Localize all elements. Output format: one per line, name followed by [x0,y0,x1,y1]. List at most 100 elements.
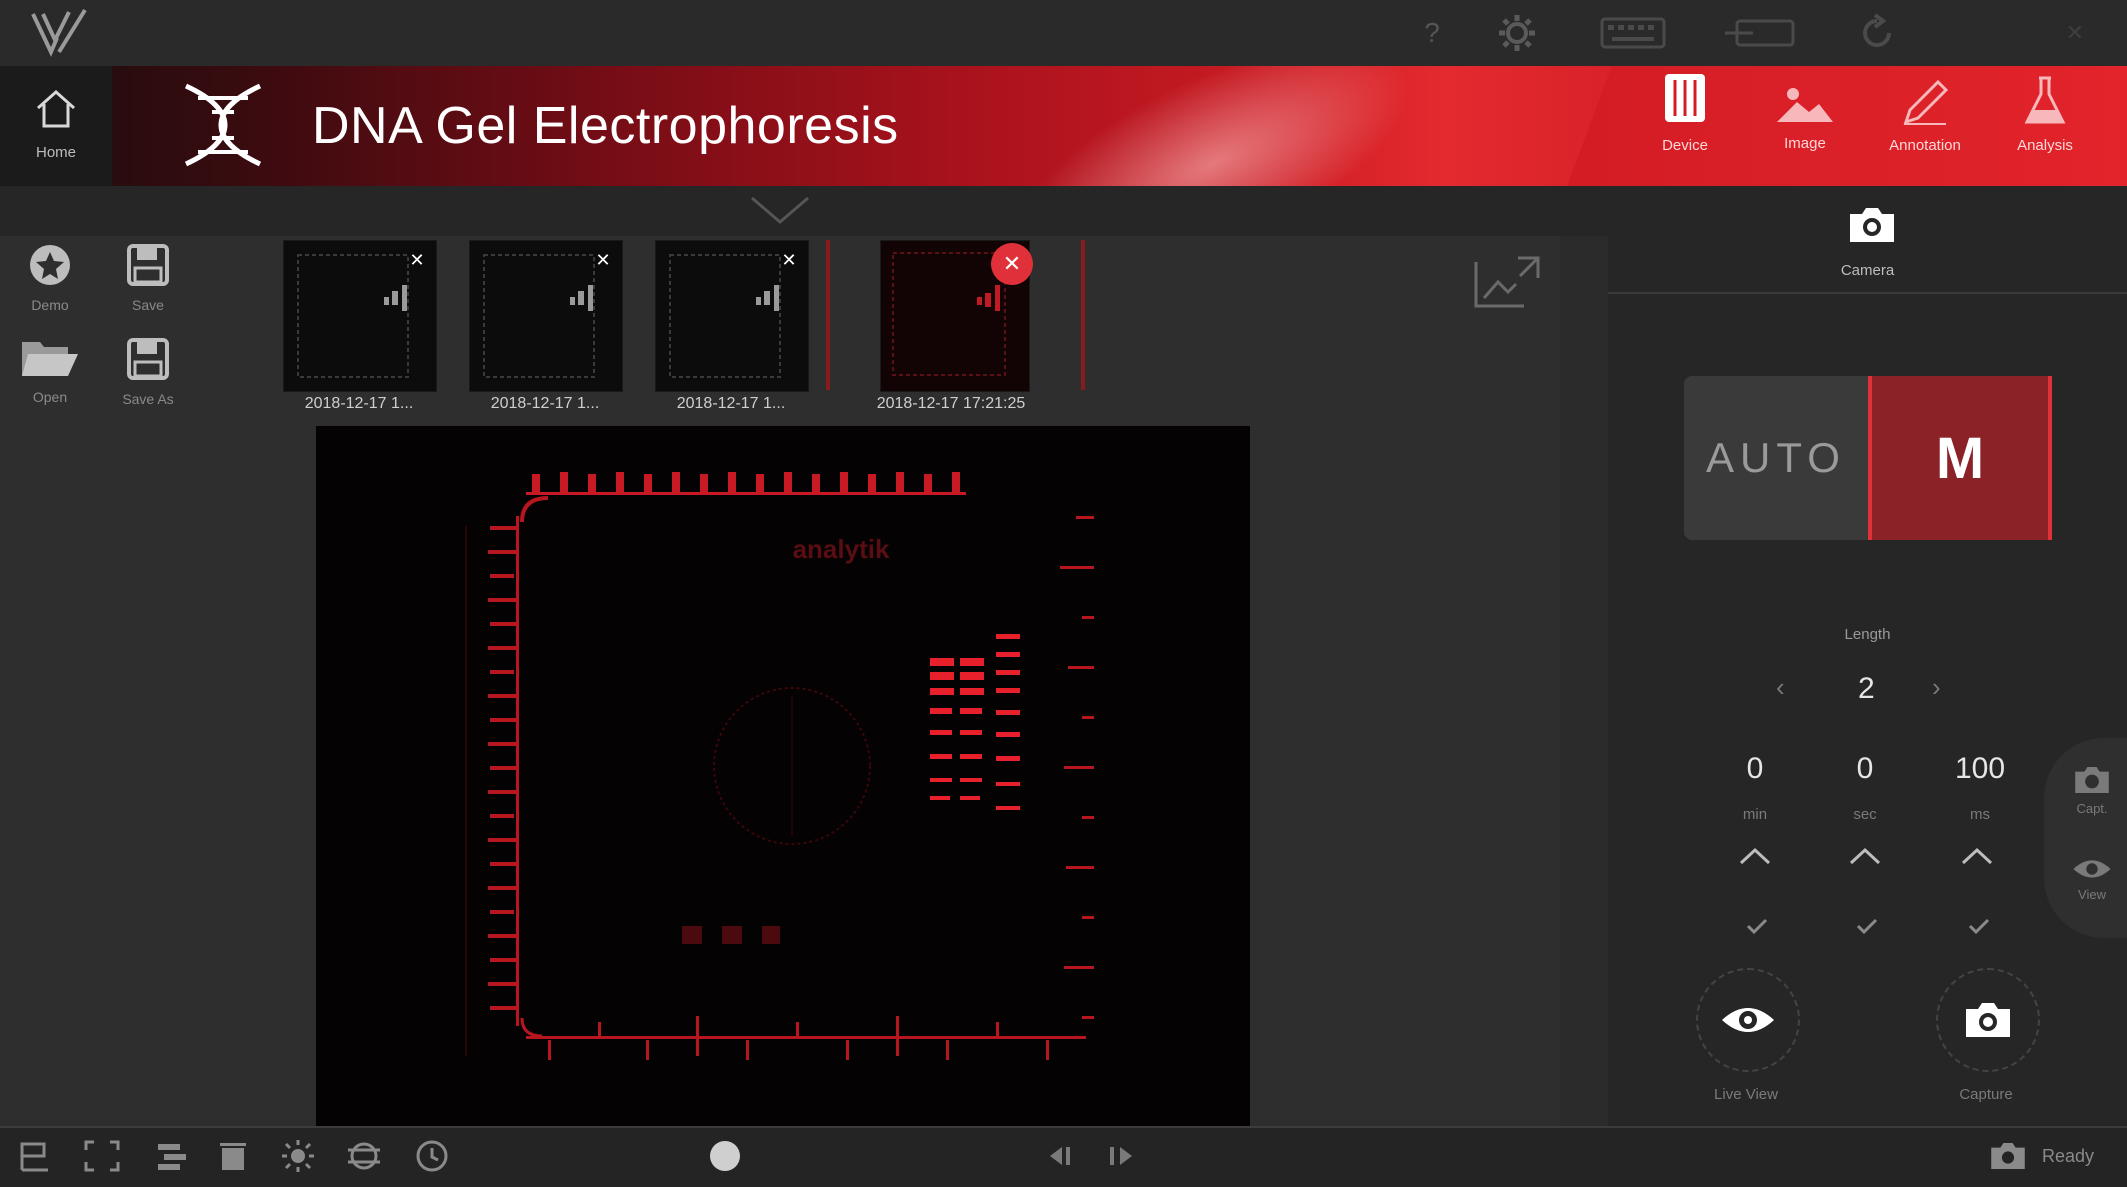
eye-icon [2073,860,2111,878]
status-label: Ready [2042,1145,2095,1166]
history-icon[interactable] [414,1138,450,1174]
thumbnail-1[interactable]: ✕ [283,240,437,392]
live-view-label: Live View [1714,1086,1778,1103]
fit-image-icon[interactable] [1472,254,1542,315]
fullscreen-icon[interactable] [84,1138,120,1174]
time-min-value[interactable]: 0 [1740,752,1770,786]
save-as-icon [125,336,171,387]
thumbnail-1-name: 2018-12-17 1... [304,395,414,412]
align-icon[interactable] [154,1138,188,1174]
active-thumbnail-divider-right [1081,240,1085,390]
next-icon[interactable] [1106,1138,1146,1174]
close-thumbnail-icon[interactable]: ✕ [592,249,614,271]
open-button[interactable]: Open [10,336,90,422]
mode-annotation-button[interactable]: Annotation [1870,70,1980,182]
camera-icon [1846,204,1898,251]
gel-image-view[interactable]: analytik [316,426,1250,1126]
capture-label: Capture [1959,1086,2013,1103]
save-label: Save [132,297,164,313]
quick-capture-label: Capt. [2076,801,2108,816]
annotation-icon [1900,78,1950,131]
manual-mode-button[interactable]: M [1868,376,2052,540]
close-icon[interactable]: ✕ [2060,10,2090,56]
quick-capture-button[interactable]: Capt. [2072,764,2112,816]
filter-icon[interactable] [346,1138,382,1174]
home-button[interactable]: Home [0,66,112,186]
quick-view-button[interactable]: View [2072,856,2112,902]
demo-button[interactable]: Demo [10,242,90,328]
auto-mode-button[interactable]: AUTO [1684,376,1868,540]
thumbnail-2-name: 2018-12-17 1... [490,395,600,412]
close-thumbnail-icon[interactable]: ✕ [778,249,800,271]
camera-label: Camera [1840,262,1895,279]
quick-actions-flyout: Capt. View [2044,738,2127,938]
help-icon[interactable]: ? [1412,10,1452,56]
camera-icon [2075,767,2109,793]
quick-view-label: View [2078,887,2106,902]
thumbnail-4-active[interactable]: ✕ [880,240,1033,392]
time-sec-unit: sec [1853,806,1877,823]
camera-icon [1966,1003,2010,1037]
camera-panel [1608,186,2127,1126]
app-logo [24,8,94,57]
time-ms-unit: ms [1970,806,1990,823]
properties-icon[interactable] [18,1138,52,1174]
capture-button[interactable] [1936,968,2040,1072]
mode-device-button[interactable]: Device [1630,70,1740,182]
time-sec-value[interactable]: 0 [1850,752,1880,786]
active-thumbnail-divider-left [826,240,830,390]
folder-icon [20,336,80,385]
previous-icon[interactable] [1036,1138,1076,1174]
system-bar: ? ✕ [0,0,2127,66]
close-thumbnail-icon[interactable]: ✕ [991,243,1033,285]
chevron-up-icon[interactable] [1738,846,1772,871]
keyboard-icon[interactable] [1598,10,1668,56]
chevron-down-icon[interactable] [748,192,812,233]
live-view-button[interactable] [1696,968,1800,1072]
save-as-label: Save As [122,391,174,407]
time-min-unit: min [1742,806,1768,823]
display-icon[interactable] [1720,10,1800,56]
dna-icon [178,80,268,175]
check-icon[interactable] [1856,918,1878,939]
thumbnail-3-name: 2018-12-17 1... [676,395,786,412]
mode-analysis-button[interactable]: Analysis [1990,70,2100,182]
mode-image-button[interactable]: Image [1750,70,1860,182]
check-icon[interactable] [1746,918,1768,939]
save-icon [125,242,171,293]
thumbnail-4-name: 2018-12-17 17:21:25 [876,395,1026,412]
camera-tab[interactable]: Camera [1608,186,2127,294]
brightness-icon[interactable] [280,1138,316,1174]
exposure-length-label: Length [1844,626,1891,643]
record-indicator-icon [708,1138,742,1174]
chevron-up-icon[interactable] [1848,846,1882,871]
analysis-icon [2023,74,2067,131]
gel-watermark: analytik [793,534,890,564]
mode-device-label: Device [1662,137,1708,154]
home-label: Home [35,144,76,161]
chevron-up-icon[interactable] [1960,846,1994,871]
refresh-icon[interactable] [1854,10,1900,56]
close-thumbnail-icon[interactable]: ✕ [406,249,428,271]
image-icon [1775,84,1835,129]
sub-bar [0,186,1608,236]
mode-analysis-label: Analysis [2017,137,2073,154]
save-as-button[interactable]: Save As [108,336,188,422]
settings-icon[interactable] [1492,10,1542,56]
home-icon [32,88,80,133]
thumbnail-2[interactable]: ✕ [469,240,623,392]
demo-label: Demo [31,297,69,313]
star-icon [27,242,73,293]
delete-icon[interactable] [218,1138,248,1174]
page-title: DNA Gel Electrophoresis [312,97,899,155]
chevron-left-icon[interactable]: ‹ [1776,672,1785,703]
device-icon [1659,70,1711,131]
thumbnail-3[interactable]: ✕ [655,240,809,392]
check-icon[interactable] [1968,918,1990,939]
time-ms-value[interactable]: 100 [1950,752,2010,786]
open-label: Open [32,389,68,405]
chevron-right-icon[interactable]: › [1932,672,1941,703]
status-camera-icon [1986,1138,2030,1174]
save-button[interactable]: Save [108,242,188,328]
exposure-length-value: 2 [1858,672,1875,705]
